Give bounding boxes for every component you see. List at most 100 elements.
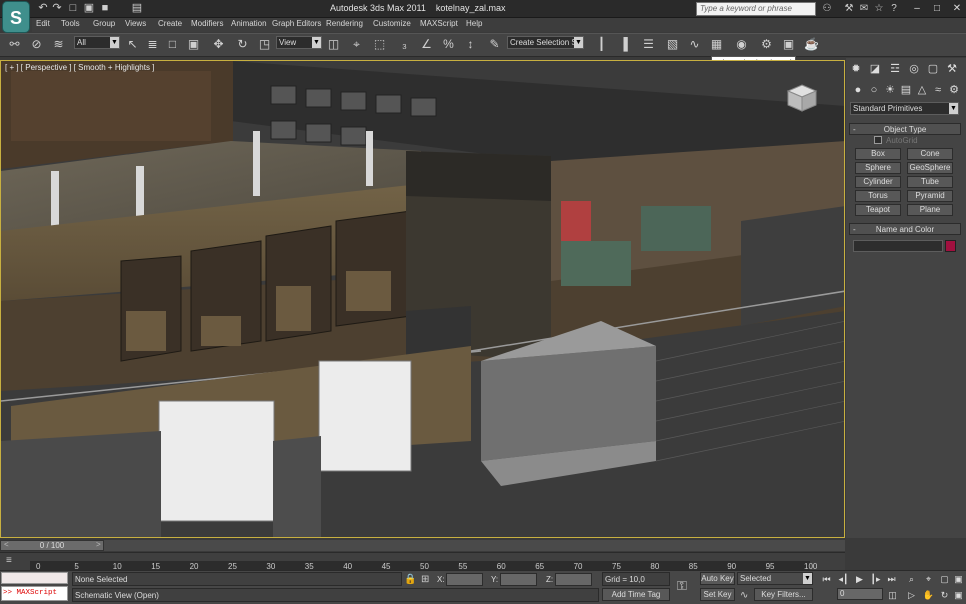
teapot-button[interactable]: Teapot (855, 204, 901, 216)
lock-icon[interactable]: 🔒 (404, 574, 416, 585)
geometry-icon[interactable]: ● (850, 83, 866, 97)
space-warps-icon[interactable]: ≈ (930, 83, 946, 97)
box-button[interactable]: Box (855, 148, 901, 160)
percent-snap-icon[interactable]: % (440, 36, 457, 53)
cylinder-button[interactable]: Cylinder (855, 176, 901, 188)
field-of-view-icon[interactable]: ▷ (905, 589, 918, 601)
menu-animation[interactable]: Animation (231, 19, 267, 28)
create-tab-icon[interactable]: ✹ (848, 62, 864, 76)
graphite-ribbon-icon[interactable]: ▧ (664, 36, 681, 53)
menu-edit[interactable]: Edit (36, 19, 50, 28)
utilities-tab-icon[interactable]: ⚒ (944, 62, 960, 76)
move-icon[interactable]: ✥ (210, 36, 227, 53)
select-by-name-icon[interactable]: ≣ (144, 36, 161, 53)
tube-button[interactable]: Tube (907, 176, 953, 188)
auto-key-button[interactable]: Auto Key (700, 572, 735, 585)
help-icon[interactable]: ? (888, 2, 900, 15)
keyboard-shortcut-icon[interactable]: ⬚ (371, 36, 388, 53)
autogrid-checkbox[interactable] (874, 136, 882, 144)
favorites-icon[interactable]: ☆ (873, 2, 885, 15)
name-color-rollout[interactable]: - Name and Color (849, 223, 961, 235)
rectangular-selection-icon[interactable]: □ (164, 36, 181, 53)
schematic-view-icon[interactable]: ▦ (708, 36, 725, 53)
render-setup-icon[interactable]: ⚙ (758, 36, 775, 53)
close-button[interactable]: ✕ (946, 1, 966, 16)
align-icon[interactable]: ▐ (615, 36, 632, 53)
zoom-all-icon[interactable]: ⌖ (922, 573, 935, 585)
pan-icon[interactable]: ✋ (922, 589, 935, 601)
default-tangent-icon[interactable]: ∿ (740, 590, 748, 601)
add-time-tag-button[interactable]: Add Time Tag (602, 588, 670, 601)
key-icon[interactable]: ⚿ (677, 578, 687, 594)
menu-tools[interactable]: Tools (61, 19, 80, 28)
select-link-icon[interactable]: ⚯ (6, 36, 23, 53)
lights-icon[interactable]: ☀ (882, 83, 898, 97)
zoom-extents-all-icon[interactable]: ▣ (952, 573, 965, 585)
layer-manager-icon[interactable]: ☰ (640, 36, 657, 53)
current-frame-field[interactable]: 0 (837, 588, 883, 600)
select-manipulate-icon[interactable]: ⌖ (348, 36, 365, 53)
zoom-icon[interactable]: ⌕ (905, 573, 918, 585)
menu-customize[interactable]: Customize (373, 19, 411, 28)
motion-tab-icon[interactable]: ◎ (906, 62, 922, 76)
communication-icon[interactable]: ✉ (858, 2, 870, 15)
geosphere-button[interactable]: GeoSphere (907, 162, 953, 174)
bind-space-warp-icon[interactable]: ≋ (50, 36, 67, 53)
torus-button[interactable]: Torus (855, 190, 901, 202)
x-coordinate-field[interactable] (446, 573, 483, 586)
sphere-button[interactable]: Sphere (855, 162, 901, 174)
reference-coordinate-dropdown[interactable]: View ▼ (276, 36, 322, 49)
object-name-field[interactable] (853, 240, 943, 252)
key-mode-dropdown[interactable]: Selected ▼ (737, 572, 813, 585)
material-editor-icon[interactable]: ◉ (733, 36, 750, 53)
hierarchy-tab-icon[interactable]: ☲ (887, 62, 903, 76)
menu-create[interactable]: Create (158, 19, 182, 28)
next-frame-arrow-icon[interactable]: > (96, 540, 101, 549)
pyramid-button[interactable]: Pyramid (907, 190, 953, 202)
menu-modifiers[interactable]: Modifiers (191, 19, 223, 28)
zoom-extents-icon[interactable]: ▢ (938, 573, 951, 585)
project-folder-icon[interactable]: ▤ (130, 2, 144, 15)
selection-filter-dropdown[interactable]: All ▼ (74, 36, 120, 49)
y-coordinate-field[interactable] (500, 573, 537, 586)
display-tab-icon[interactable]: ▢ (925, 62, 941, 76)
absolute-mode-icon[interactable]: ⊞ (421, 574, 429, 585)
plane-button[interactable]: Plane (907, 204, 953, 216)
edit-named-selection-icon[interactable]: ✎ (486, 36, 503, 53)
primitive-type-dropdown[interactable]: Standard Primitives ▼ (850, 102, 959, 115)
helpers-icon[interactable]: △ (914, 83, 930, 97)
search-input[interactable]: Type a keyword or phrase (696, 2, 816, 16)
menu-maxscript[interactable]: MAXScript (420, 19, 458, 28)
modify-tab-icon[interactable]: ◪ (867, 62, 883, 76)
object-type-rollout[interactable]: - Object Type (849, 123, 961, 135)
time-slider[interactable]: 0 / 100 (0, 540, 104, 551)
maximize-button[interactable]: □ (926, 1, 948, 16)
previous-frame-icon[interactable]: ◂┃ (837, 573, 850, 585)
key-filters-button[interactable]: Key Filters... (754, 588, 813, 601)
curve-editor-icon[interactable]: ∿ (686, 36, 703, 53)
viewport-label[interactable]: [ + ] [ Perspective ] [ Smooth + Highlig… (5, 63, 154, 72)
app-logo-icon[interactable]: S (2, 1, 30, 33)
unlink-icon[interactable]: ⊘ (28, 36, 45, 53)
next-frame-icon[interactable]: ┃▸ (869, 573, 882, 585)
go-to-end-icon[interactable]: ⏭ (885, 573, 898, 585)
named-selection-dropdown[interactable]: Create Selection Se ▼ (507, 36, 584, 49)
systems-icon[interactable]: ⚙ (946, 83, 962, 97)
mirror-icon[interactable]: ┃ (593, 36, 610, 53)
play-icon[interactable]: ▶ (853, 573, 866, 585)
maxscript-listener-button[interactable]: >> MAXScript (1, 586, 68, 601)
z-coordinate-field[interactable] (555, 573, 592, 586)
angle-snap-icon[interactable]: ∠ (418, 36, 435, 53)
binoculars-icon[interactable]: ⚇ (821, 2, 833, 15)
open-icon[interactable]: ▣ (82, 2, 96, 15)
go-to-start-icon[interactable]: ⏮ (820, 573, 833, 585)
rotate-icon[interactable]: ↻ (234, 36, 251, 53)
menu-views[interactable]: Views (125, 19, 146, 28)
time-configuration-icon[interactable]: ◫ (886, 589, 899, 601)
new-file-icon[interactable]: □ (66, 2, 80, 15)
subscription-icon[interactable]: ⚒ (843, 2, 855, 15)
orbit-icon[interactable]: ↻ (938, 589, 951, 601)
viewcube-icon[interactable] (786, 83, 818, 113)
menu-help[interactable]: Help (466, 19, 482, 28)
undo-icon[interactable]: ↶ (36, 2, 50, 15)
